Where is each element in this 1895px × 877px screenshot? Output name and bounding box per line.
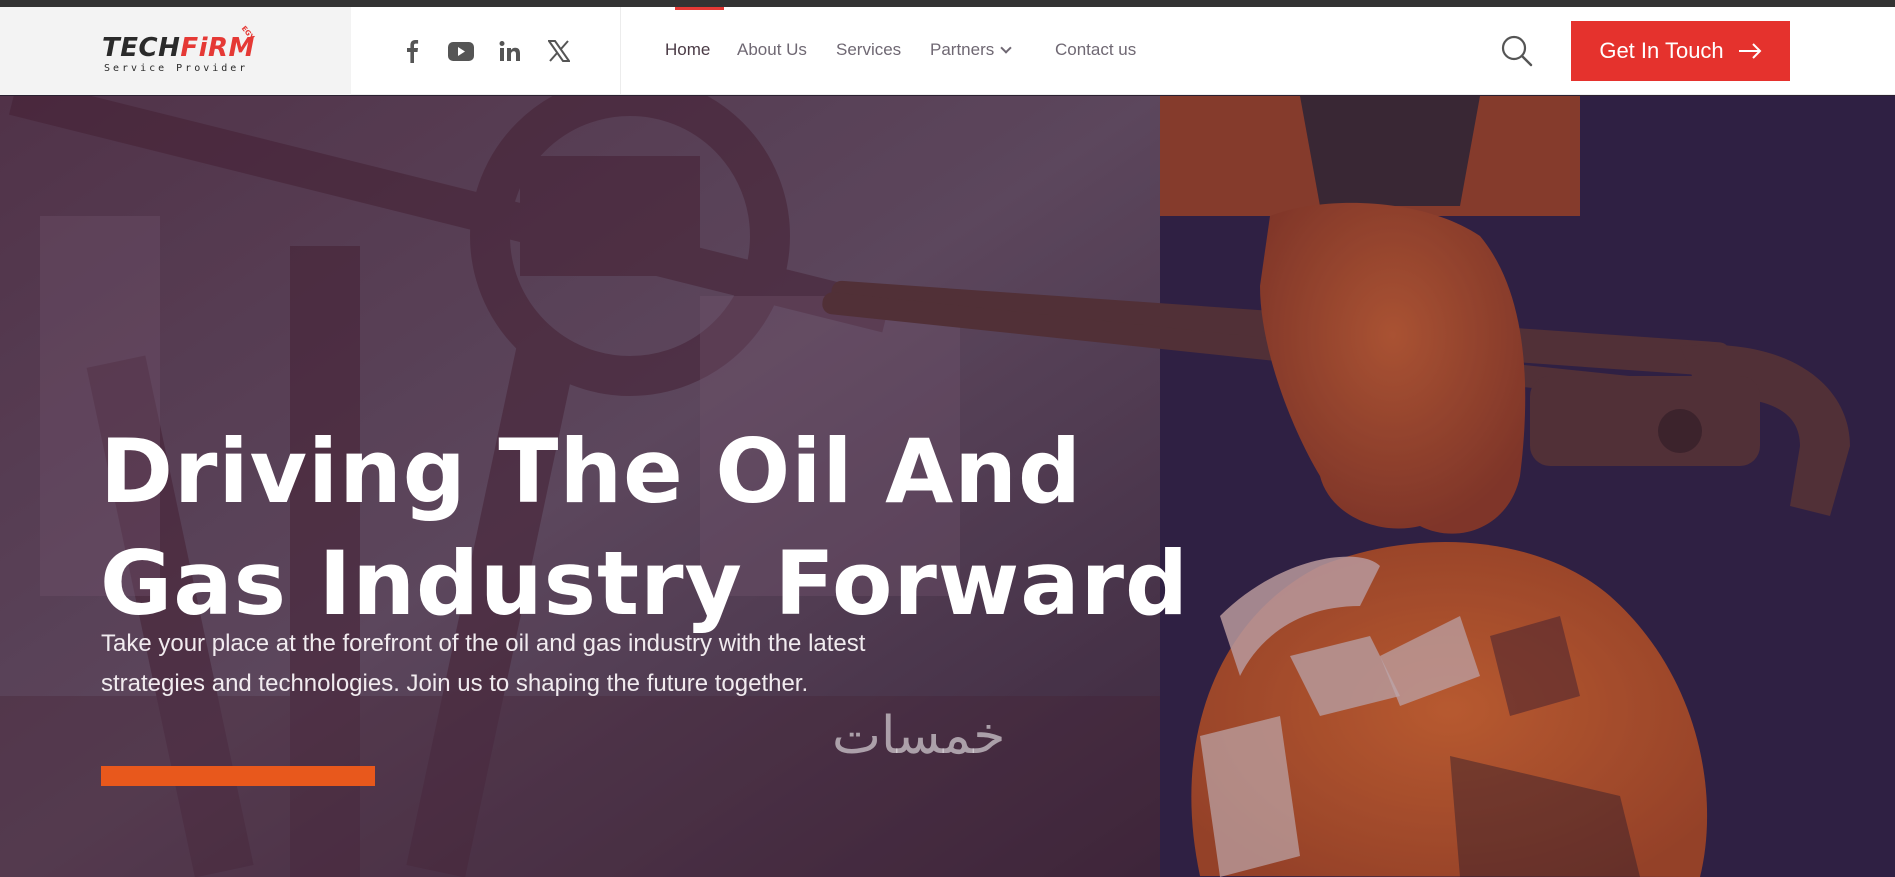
nav-about-us[interactable]: About Us <box>737 40 807 60</box>
search-icon <box>1501 35 1533 67</box>
facebook-link[interactable] <box>396 7 428 95</box>
watermark: خمسات <box>832 706 1006 766</box>
top-strip <box>0 0 1895 7</box>
chevron-down-icon <box>1000 42 1012 54</box>
site-header: TECHFiRM Service Provider EGY Home About… <box>0 7 1895 95</box>
x-icon <box>548 40 570 62</box>
hero-title-line-1: Driving The Oil And <box>100 420 1082 523</box>
nav-partners-label: Partners <box>930 40 995 59</box>
facebook-icon <box>407 40 419 63</box>
nav-partners[interactable]: Partners <box>930 40 1012 60</box>
youtube-link[interactable] <box>445 7 477 95</box>
logo-tagline: Service Provider <box>104 63 249 74</box>
nav-home[interactable]: Home <box>665 40 710 60</box>
search-button[interactable] <box>1500 34 1534 68</box>
x-link[interactable] <box>543 7 575 95</box>
hero-title: Driving The Oil And Gas Industry Forward <box>100 416 1189 640</box>
youtube-icon <box>448 41 474 61</box>
get-in-touch-label: Get In Touch <box>1599 38 1724 63</box>
nav-contact-us[interactable]: Contact us <box>1055 40 1136 60</box>
hero-description: Take your place at the forefront of the … <box>101 630 866 697</box>
hero-cta-button[interactable] <box>101 766 375 786</box>
nav-services[interactable]: Services <box>836 40 901 60</box>
arrow-right-icon <box>1738 43 1762 59</box>
get-in-touch-button[interactable]: Get In Touch <box>1571 21 1790 81</box>
logo-wordmark: TECHFiRM <box>102 33 255 63</box>
header-divider <box>620 7 621 95</box>
nav-active-indicator <box>675 7 724 10</box>
linkedin-icon <box>499 41 520 61</box>
logo[interactable]: TECHFiRM Service Provider EGY <box>0 7 351 95</box>
linkedin-link[interactable] <box>494 7 526 95</box>
